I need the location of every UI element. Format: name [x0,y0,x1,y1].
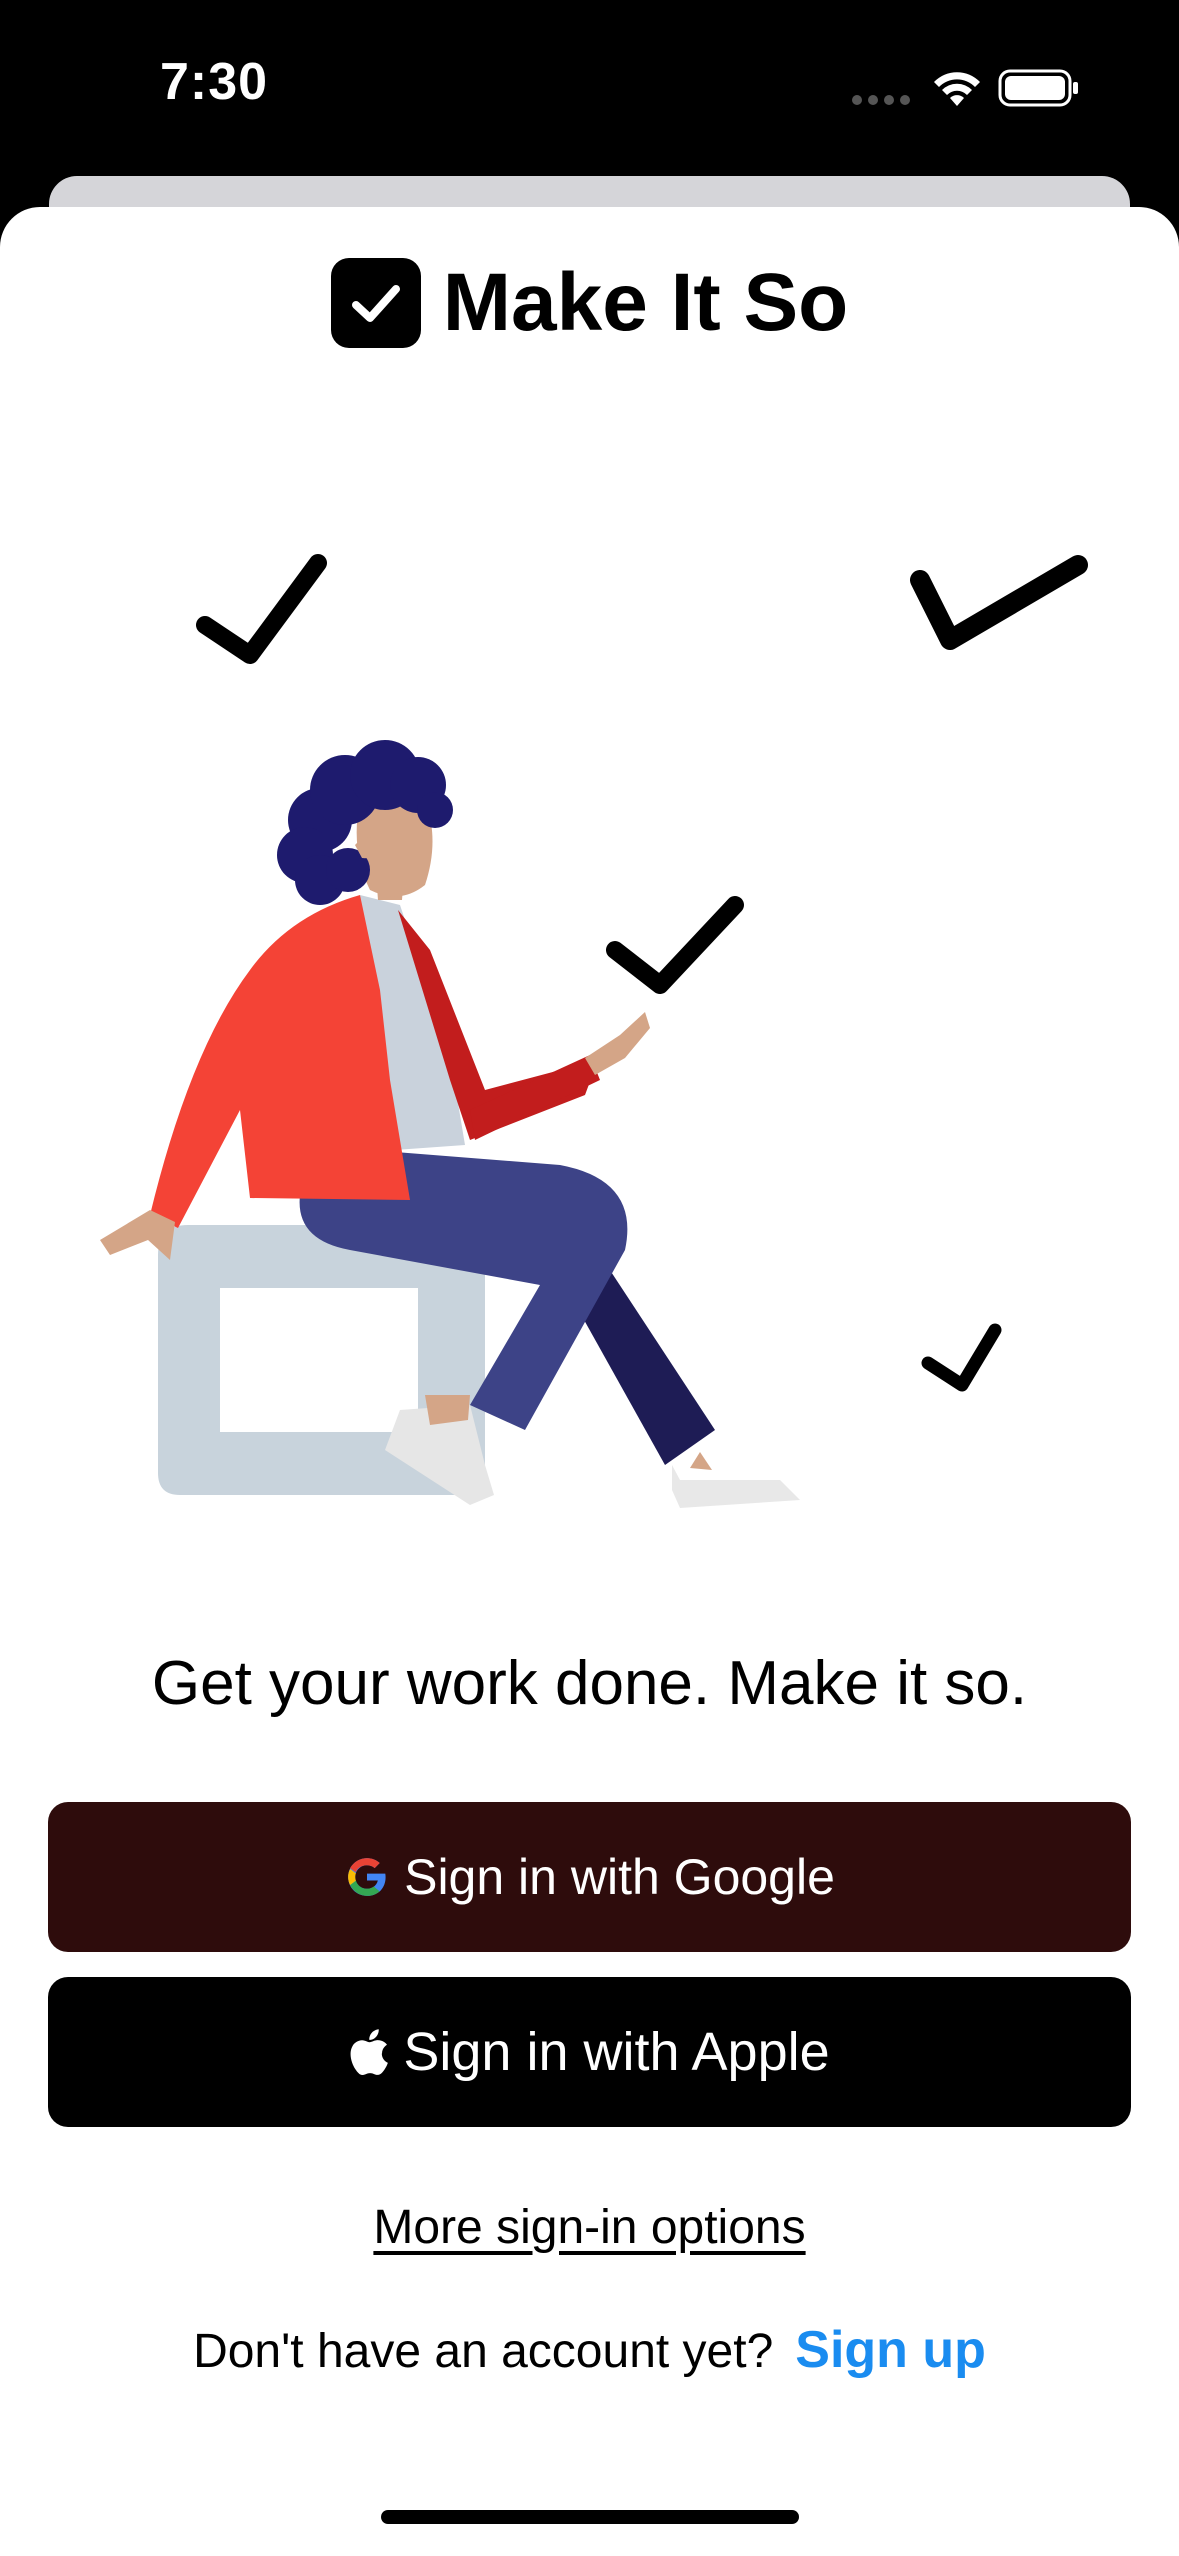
google-button-label: Sign in with Google [404,1849,835,1905]
sign-in-with-google-button[interactable]: Sign in with Google [48,1802,1131,1952]
checkbox-icon [330,258,421,348]
apple-logo-icon [349,2028,389,2076]
checkmark-icon [196,554,327,664]
status-bar: 7:30 [0,0,1179,175]
status-icons [849,62,1079,112]
app-header: Make It So [0,253,1179,353]
screen: 7:30 Make It So Get your work done. Make… [0,0,1179,2556]
more-sign-in-options-row: More sign-in options [0,2200,1179,2255]
apple-button-label: Sign in with Apple [403,2022,830,2082]
wifi-icon [934,72,980,106]
more-sign-in-options-link[interactable]: More sign-in options [373,2201,805,2254]
person-sitting-checkmarks-illustration [0,500,1179,1540]
status-time: 7:30 [160,53,269,111]
cellular-dots-icon [852,95,910,105]
home-indicator [381,2510,799,2524]
checkmark-icon [606,896,744,994]
signup-row: Don't have an account yet? Sign up [0,2320,1179,2380]
battery-icon [998,69,1078,107]
sign-in-with-apple-button[interactable]: Sign in with Apple [48,1977,1131,2127]
tagline: Get your work done. Make it so. [151,1649,1028,1718]
app-title: Make It So [442,257,849,348]
sign-up-link[interactable]: Sign up [795,2321,986,2379]
google-g-icon [344,1854,390,1900]
checkmark-icon [921,1323,1002,1392]
checkmark-icon [910,555,1088,650]
signup-prompt: Don't have an account yet? [193,2325,774,2378]
